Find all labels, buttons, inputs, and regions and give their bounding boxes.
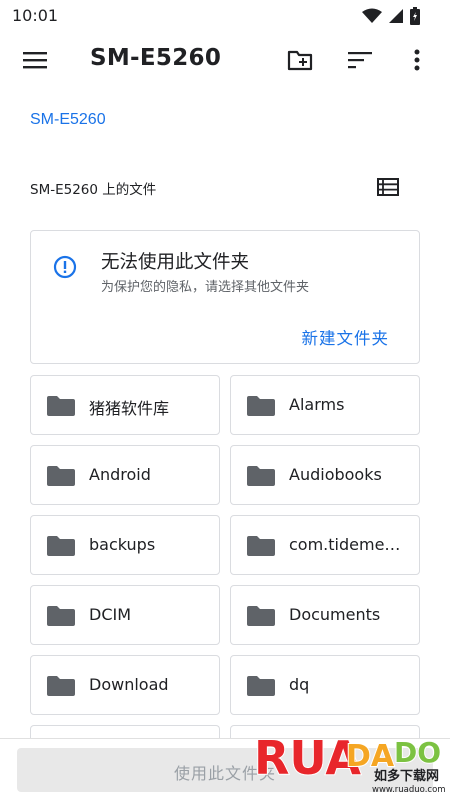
folder-name: Audiobooks xyxy=(289,465,382,484)
svg-text:如多下载网: 如多下载网 xyxy=(374,768,439,784)
signal-icon xyxy=(389,9,403,23)
svg-text:DO: DO xyxy=(394,736,441,769)
blocked-folder-card: 无法使用此文件夹 为保护您的隐私，请选择其他文件夹 新建文件夹 xyxy=(30,230,420,364)
folder-item[interactable]: backups xyxy=(30,515,220,575)
folder-item[interactable]: Audiobooks xyxy=(230,445,420,505)
svg-text:www.ruaduo.com: www.ruaduo.com xyxy=(372,785,446,795)
folder-icon xyxy=(47,466,75,486)
breadcrumb-root[interactable]: SM-E5260 xyxy=(30,111,106,129)
ruadado-watermark-logo: RUA DA DO 如多下载网 www.ruaduo.com xyxy=(253,730,446,795)
sort-button[interactable] xyxy=(346,48,374,72)
folder-name: backups xyxy=(89,535,156,554)
status-time: 10:01 xyxy=(12,6,59,25)
folder-name: DCIM xyxy=(89,605,132,624)
folder-name: dq xyxy=(289,675,310,694)
folder-name: Alarms xyxy=(289,395,345,414)
sort-icon xyxy=(348,52,372,69)
wifi-icon xyxy=(362,8,382,23)
folder-item[interactable]: Android xyxy=(30,445,220,505)
folder-icon xyxy=(247,676,275,696)
status-bar: 10:01 xyxy=(0,0,450,32)
folder-icon xyxy=(47,676,75,696)
more-options-button[interactable] xyxy=(405,46,429,74)
more-vert-icon xyxy=(414,49,420,71)
battery-icon xyxy=(410,7,420,25)
section-title: SM-E5260 上的文件 xyxy=(30,182,157,198)
folder-icon xyxy=(47,606,75,626)
create-new-folder-icon xyxy=(287,50,313,71)
folder-icon xyxy=(247,606,275,626)
folder-item[interactable]: com.tidemedia.huangshan xyxy=(230,515,420,575)
folder-item[interactable]: DCIM xyxy=(30,585,220,645)
view-list-icon xyxy=(377,178,399,196)
folder-item[interactable]: 猪猪软件库 xyxy=(30,375,220,435)
folder-icon xyxy=(247,396,275,416)
folder-item[interactable]: dq xyxy=(230,655,420,715)
hamburger-menu-icon xyxy=(23,52,47,69)
menu-button[interactable] xyxy=(22,48,48,72)
warning-subtitle: 为保护您的隐私，请选择其他文件夹 xyxy=(101,280,310,295)
folder-name: 猪猪软件库 xyxy=(89,399,170,418)
folder-name: com.tidemedia.huangshan xyxy=(289,535,409,554)
list-view-toggle-button[interactable] xyxy=(376,176,400,198)
info-icon xyxy=(53,255,77,279)
status-icons xyxy=(362,7,420,25)
create-folder-button[interactable] xyxy=(286,47,314,73)
folder-icon xyxy=(247,466,275,486)
folder-name: Android xyxy=(89,465,151,484)
section-header: SM-E5260 上的文件 xyxy=(30,178,420,202)
folder-icon xyxy=(247,536,275,556)
folder-item[interactable]: Documents xyxy=(230,585,420,645)
folder-item[interactable]: Download xyxy=(30,655,220,715)
folder-name: Download xyxy=(89,675,169,694)
folder-name: Documents xyxy=(289,605,381,624)
warning-title: 无法使用此文件夹 xyxy=(101,252,250,273)
new-folder-link[interactable]: 新建文件夹 xyxy=(302,325,390,349)
folder-item[interactable]: Alarms xyxy=(230,375,420,435)
folder-icon xyxy=(47,536,75,556)
folder-icon xyxy=(47,396,75,416)
app-title: SM-E5260 xyxy=(90,45,222,71)
app-bar: SM-E5260 xyxy=(0,32,450,88)
